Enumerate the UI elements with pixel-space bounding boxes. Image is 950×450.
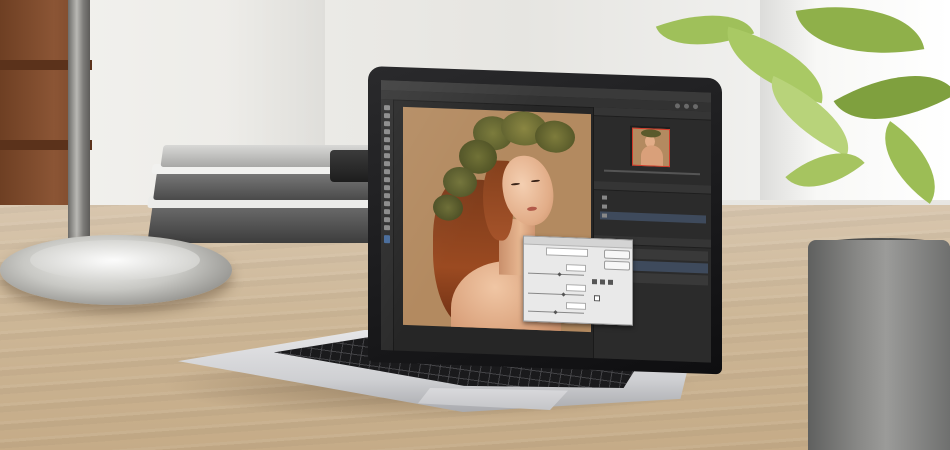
wreath-leaf	[443, 166, 477, 198]
eyedropper-icon	[608, 279, 613, 285]
eyedropper-icon	[600, 279, 605, 285]
history-tabs	[594, 181, 711, 195]
thumb-wreath	[641, 128, 661, 138]
color-swatch-icon	[384, 235, 390, 244]
ok-button	[604, 249, 630, 260]
stamp-tool-icon	[384, 153, 390, 159]
window-control-icon	[675, 103, 680, 109]
type-tool-icon	[384, 193, 390, 199]
gradient-tool-icon	[384, 169, 390, 175]
value-field	[566, 284, 586, 292]
slider-track	[528, 272, 584, 276]
preview-checkbox	[594, 295, 600, 302]
lamp-base-highlight	[30, 240, 200, 280]
lasso-tool-icon	[384, 121, 390, 127]
pen-tool-icon	[384, 185, 390, 191]
value-field	[566, 264, 586, 272]
cancel-button	[604, 260, 630, 271]
laptop-screen	[381, 80, 711, 363]
navigator-thumbnail	[632, 127, 670, 168]
shape-tool-icon	[384, 209, 390, 215]
dodge-tool-icon	[384, 177, 390, 183]
history-state-icon	[602, 195, 607, 200]
history-state-icon	[602, 204, 607, 209]
slider-knob	[557, 272, 562, 277]
zoom-tool-icon	[384, 225, 390, 231]
preset-select	[546, 247, 588, 257]
tools-panel	[381, 99, 394, 351]
value-field	[566, 302, 586, 310]
slider-knob	[561, 292, 566, 297]
photo-scene	[0, 0, 950, 450]
window-control-icon	[693, 103, 698, 110]
path-tool-icon	[384, 201, 390, 207]
lamp-pole	[68, 0, 90, 250]
wreath-leaf	[535, 119, 575, 154]
book-bottom	[147, 205, 378, 243]
eyedropper-icon	[592, 279, 597, 285]
dialog-titlebar	[524, 236, 632, 249]
curves-dialog	[523, 235, 633, 326]
thumb-shoulder	[641, 144, 663, 168]
brush-tool-icon	[384, 145, 390, 151]
move-tool-icon	[384, 105, 390, 111]
slider-knob	[553, 310, 558, 315]
hand-tool-icon	[384, 217, 390, 223]
eraser-tool-icon	[384, 161, 390, 167]
slider-track	[528, 292, 584, 296]
plant-pot	[808, 240, 950, 450]
eyedropper-tool-icon	[384, 137, 390, 143]
crop-tool-icon	[384, 129, 390, 135]
zoom-slider	[604, 169, 700, 176]
history-state-icon	[602, 213, 607, 218]
wreath-leaf	[433, 193, 463, 222]
marquee-tool-icon	[384, 113, 390, 119]
window-control-icon	[684, 103, 689, 109]
